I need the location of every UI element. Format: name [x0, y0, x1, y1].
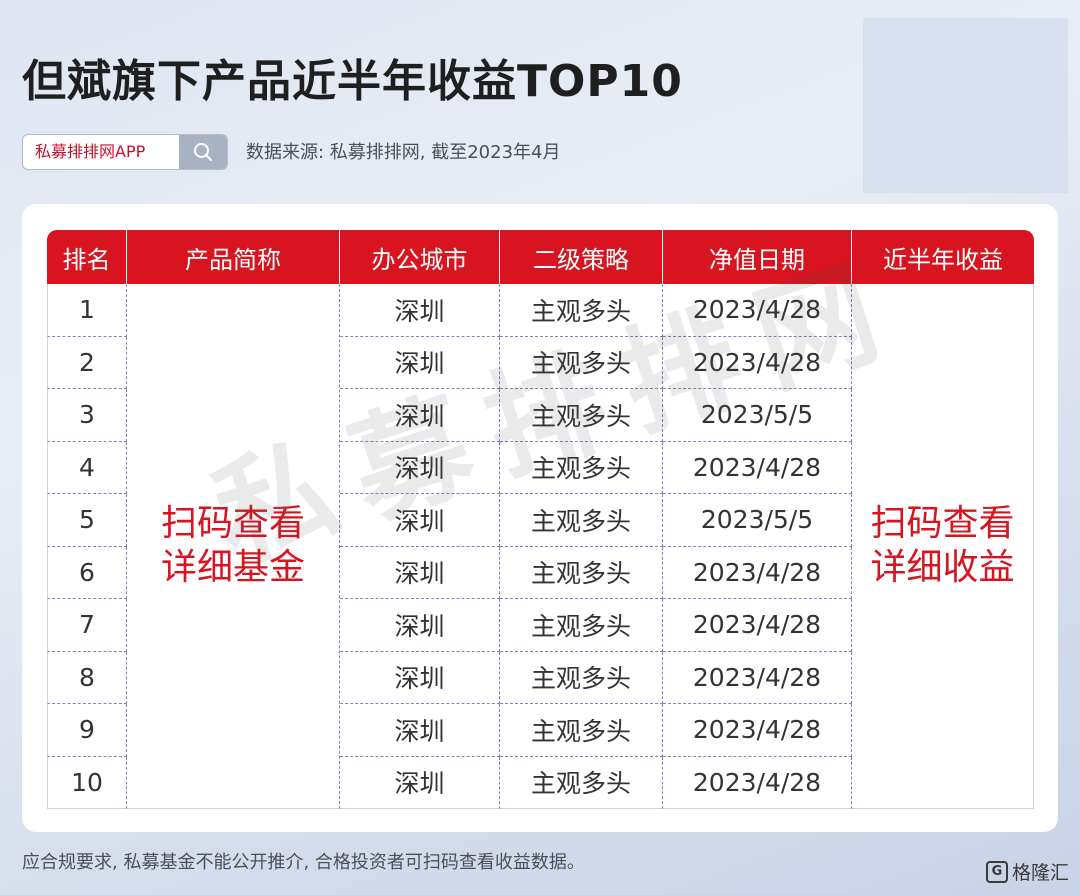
cell-rank: 9: [47, 704, 127, 757]
return-placeholder-line-2: 详细收益: [870, 547, 1015, 588]
cell-city: 深圳: [340, 389, 500, 442]
cell-nav-date: 2023/4/28: [663, 284, 852, 337]
footer-note: 应合规要求, 私募基金不能公开推介, 合格投资者可扫码查看收益数据。: [22, 852, 585, 873]
cell-strategy: 主观多头: [500, 599, 663, 652]
cell-strategy: 主观多头: [500, 284, 663, 337]
table-header-row: 排名 产品简称 办公城市 二级策略 净值日期 近半年收益: [47, 230, 1034, 284]
header-product: 产品简称: [127, 230, 340, 284]
cell-rank: 2: [47, 336, 127, 389]
cell-strategy: 主观多头: [500, 651, 663, 704]
cell-city: 深圳: [340, 704, 500, 757]
return-placeholder-line-1: 扫码查看: [870, 503, 1015, 544]
return-placeholder: 扫码查看 详细收益: [852, 284, 1034, 809]
cell-rank: 4: [47, 441, 127, 494]
cell-city: 深圳: [340, 336, 500, 389]
header-rank: 排名: [47, 230, 127, 284]
cell-city: 深圳: [340, 284, 500, 337]
cell-nav-date: 2023/4/28: [663, 756, 852, 809]
cell-city: 深圳: [340, 651, 500, 704]
cell-strategy: 主观多头: [500, 704, 663, 757]
table-row: 1 扫码查看 详细基金 深圳 主观多头 2023/4/28 扫码查看 详细收益: [47, 284, 1034, 809]
cell-nav-date: 2023/5/5: [663, 494, 852, 547]
cell-city: 深圳: [340, 756, 500, 809]
source-note: 数据来源: 私募排排网, 截至2023年4月: [246, 142, 561, 163]
cell-rank: 7: [47, 599, 127, 652]
table-card: 排名 产品简称 办公城市 二级策略 净值日期 近半年收益 1 扫码查看 详细基金…: [22, 204, 1058, 832]
header-city: 办公城市: [340, 230, 500, 284]
cell-city: 深圳: [340, 599, 500, 652]
cell-rank: 6: [47, 546, 127, 599]
cell-rank: 8: [47, 651, 127, 704]
header-strategy: 二级策略: [500, 230, 663, 284]
cell-strategy: 主观多头: [500, 389, 663, 442]
cell-city: 深圳: [340, 441, 500, 494]
cell-strategy: 主观多头: [500, 756, 663, 809]
cell-nav-date: 2023/5/5: [663, 389, 852, 442]
cell-nav-date: 2023/4/28: [663, 704, 852, 757]
cell-rank: 1: [47, 284, 127, 337]
search-text: 私募排排网APP: [35, 142, 146, 161]
search-button[interactable]: [179, 135, 227, 169]
product-placeholder-line-2: 详细基金: [160, 547, 305, 588]
ranking-table: 排名 产品简称 办公城市 二级策略 净值日期 近半年收益 1 扫码查看 详细基金…: [47, 230, 1034, 809]
cell-city: 深圳: [340, 546, 500, 599]
cell-nav-date: 2023/4/28: [663, 651, 852, 704]
header-half-year-return: 近半年收益: [852, 230, 1034, 284]
cell-strategy: 主观多头: [500, 336, 663, 389]
search-icon: [194, 143, 212, 161]
cell-nav-date: 2023/4/28: [663, 441, 852, 494]
cell-strategy: 主观多头: [500, 494, 663, 547]
cell-strategy: 主观多头: [500, 546, 663, 599]
cell-rank: 3: [47, 389, 127, 442]
page-title: 但斌旗下产品近半年收益TOP10: [22, 56, 683, 107]
product-placeholder-line-1: 扫码查看: [160, 503, 305, 544]
background-panel: [863, 18, 1068, 193]
cell-city: 深圳: [340, 494, 500, 547]
product-placeholder: 扫码查看 详细基金: [127, 284, 340, 809]
cell-rank: 5: [47, 494, 127, 547]
cell-rank: 10: [47, 756, 127, 809]
cell-strategy: 主观多头: [500, 441, 663, 494]
cell-nav-date: 2023/4/28: [663, 546, 852, 599]
brand-name: 格隆汇: [1012, 862, 1070, 884]
cell-nav-date: 2023/4/28: [663, 336, 852, 389]
brand-logo: G 格隆汇: [986, 858, 1069, 885]
header-nav-date: 净值日期: [663, 230, 852, 284]
cell-nav-date: 2023/4/28: [663, 599, 852, 652]
brand-mark-icon: G: [986, 860, 1008, 883]
search-box[interactable]: 私募排排网APP: [22, 134, 228, 170]
